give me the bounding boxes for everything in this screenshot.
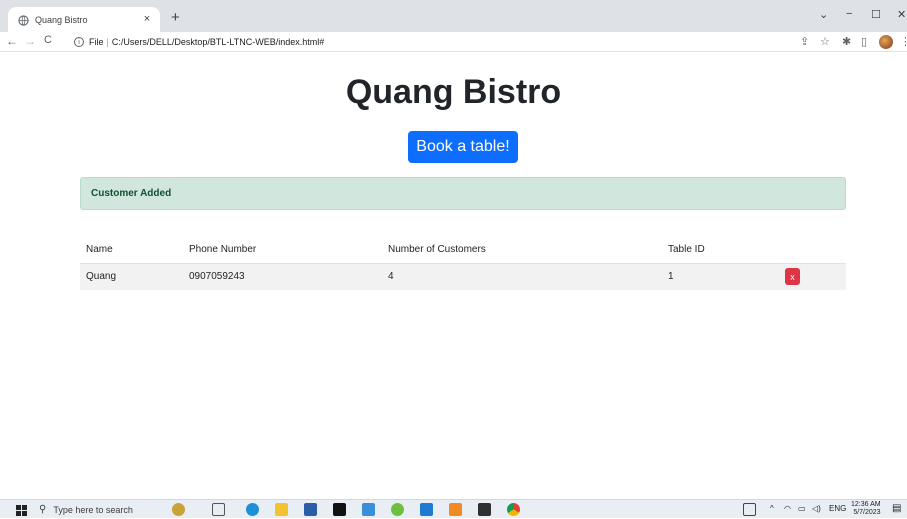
cell-name: Quang (80, 263, 183, 290)
file-explorer-icon[interactable] (275, 503, 288, 516)
netflix-icon[interactable] (333, 503, 346, 516)
url-text: C:/Users/DELL/Desktop/BTL-LTNC-WEB/index… (111, 37, 325, 47)
search-icon: ⚲ (39, 504, 47, 515)
terminal-icon[interactable] (478, 503, 491, 516)
menu-icon[interactable]: ⋮ (900, 35, 907, 48)
profile-avatar[interactable] (879, 35, 893, 49)
tab-list-icon[interactable]: ⌄ (819, 8, 828, 21)
page-content: Quang Bistro Book a table! Customer Adde… (0, 53, 907, 499)
new-tab-button[interactable]: + (171, 9, 180, 26)
share-icon[interactable]: ⇪ (800, 35, 809, 48)
notification-icon[interactable]: ▤ (892, 503, 901, 514)
page-title: Quang Bistro (345, 73, 562, 111)
header-phone: Phone Number (183, 237, 382, 264)
forward-button[interactable]: → (24, 34, 36, 48)
tab-close-icon[interactable]: × (140, 13, 154, 25)
header-table-id: Table ID (662, 237, 779, 264)
alert-text: Customer Added (91, 188, 172, 199)
mail-icon[interactable] (362, 503, 375, 516)
clock-date: 5/7/2023 (853, 509, 881, 516)
table-header-row: Name Phone Number Number of Customers Ta… (80, 237, 846, 264)
book-table-button[interactable]: Book a table! (408, 131, 518, 163)
store-icon[interactable] (304, 503, 317, 516)
search-placeholder: Type here to search (53, 504, 133, 515)
customer-table: Name Phone Number Number of Customers Ta… (80, 237, 846, 290)
side-panel-icon[interactable]: ▯ (861, 35, 867, 48)
success-alert: Customer Added (80, 177, 846, 210)
close-window-button[interactable]: ✕ (897, 8, 906, 21)
cell-table-id: 1 (662, 263, 779, 290)
header-name: Name (80, 237, 183, 264)
bookmark-star-icon[interactable]: ☆ (820, 35, 830, 48)
widget-icon[interactable] (172, 503, 185, 516)
cell-actions: x (779, 263, 846, 290)
url-prefix: File (89, 37, 104, 47)
windows-taskbar: ⚲ Type here to search ^ ◠ ▭ ◁) ENG 12:36… (0, 499, 907, 518)
minimize-button[interactable]: − (846, 8, 852, 20)
table-row: Quang 0907059243 4 1 x (80, 263, 846, 290)
network-icon[interactable]: ◠ (784, 504, 791, 513)
battery-icon[interactable]: ▭ (798, 504, 806, 513)
header-actions (779, 237, 846, 264)
maximize-button[interactable]: ☐ (871, 8, 881, 21)
header-customers: Number of Customers (382, 237, 662, 264)
cell-phone: 0907059243 (183, 263, 382, 290)
delete-button[interactable]: x (785, 268, 800, 286)
task-view-icon[interactable] (212, 503, 225, 516)
address-bar-row: ← → C i File | C:/Users/DELL/Desktop/BTL… (0, 32, 907, 52)
url-separator: | (106, 37, 109, 47)
back-button[interactable]: ← (6, 34, 18, 48)
info-icon[interactable]: i (74, 37, 84, 47)
cell-customers: 4 (382, 263, 662, 290)
volume-icon[interactable]: ◁) (812, 504, 821, 513)
tray-overflow-icon[interactable]: ^ (770, 504, 774, 513)
chrome-icon[interactable] (507, 503, 520, 516)
edge-icon[interactable] (246, 503, 259, 516)
clock[interactable]: 12:36 AM 5/7/2023 (851, 501, 881, 517)
globe-icon (18, 14, 29, 26)
tab-title: Quang Bistro (35, 15, 88, 25)
taskbar-search[interactable]: ⚲ Type here to search (39, 500, 157, 519)
extensions-icon[interactable]: ✱ (842, 35, 851, 48)
app-icon[interactable] (391, 503, 404, 516)
vscode-icon[interactable] (420, 503, 433, 516)
browser-tab[interactable]: Quang Bistro × (8, 7, 160, 33)
url-bar[interactable]: i File | C:/Users/DELL/Desktop/BTL-LTNC-… (74, 34, 674, 50)
clock-time: 12:36 AM (851, 501, 881, 508)
keyboard-icon[interactable] (743, 503, 756, 516)
sublime-icon[interactable] (449, 503, 462, 516)
language-indicator[interactable]: ENG (829, 504, 846, 513)
reload-button[interactable]: C (44, 34, 52, 46)
windows-start-icon[interactable] (16, 505, 27, 516)
